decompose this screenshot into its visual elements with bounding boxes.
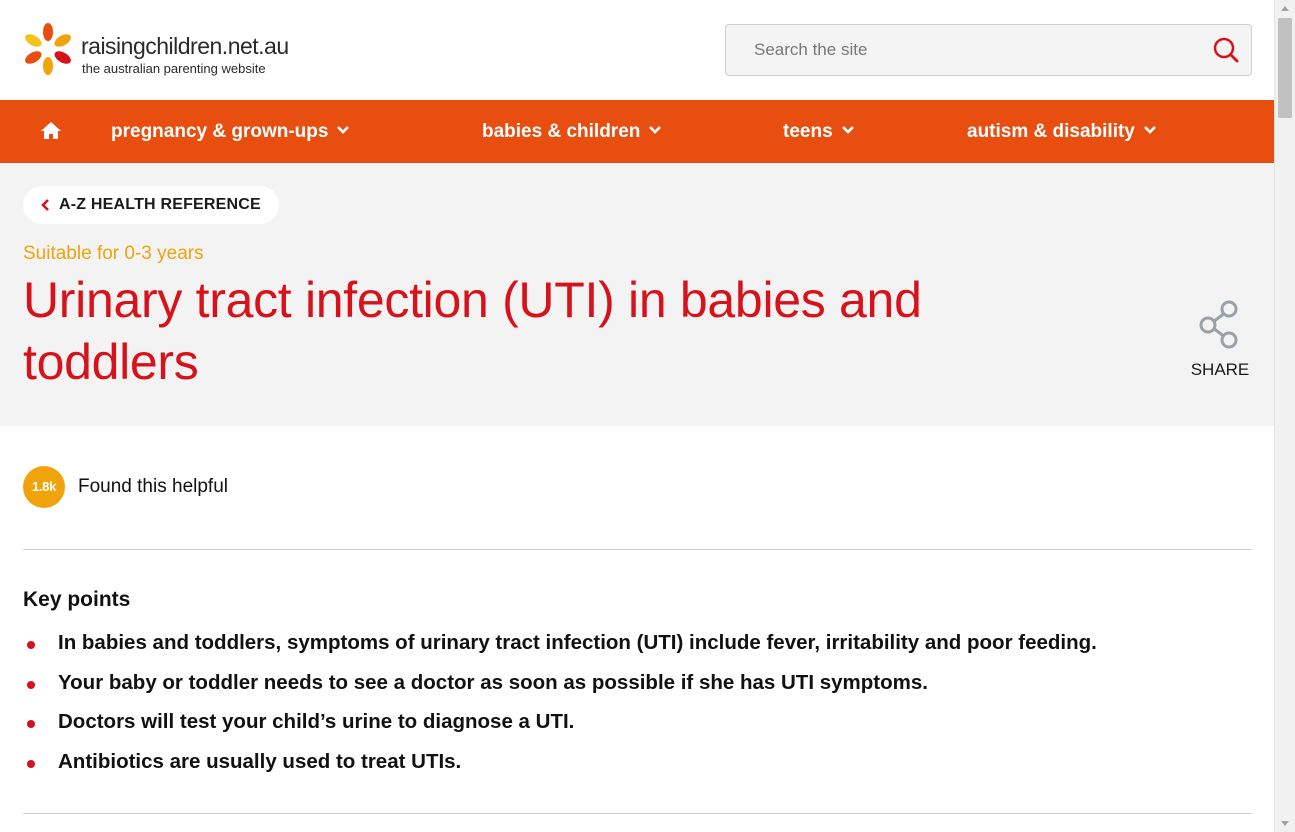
chevron-left-icon (41, 199, 49, 211)
key-points-list: In babies and toddlers, symptoms of urin… (23, 627, 1252, 785)
helpful-count-badge: 1.8k (23, 466, 65, 508)
page-scrollbar[interactable] (1274, 0, 1295, 832)
bullet-icon (27, 720, 35, 728)
page-title: Urinary tract infection (UTI) in babies … (23, 272, 922, 390)
divider (23, 549, 1252, 550)
nav-item-autism[interactable]: autism & disability (967, 100, 1157, 163)
list-item: In babies and toddlers, symptoms of urin… (23, 627, 1252, 667)
breadcrumb-label: A-Z HEALTH REFERENCE (59, 196, 261, 213)
key-point-text: Antibiotics are usually used to treat UT… (58, 749, 462, 773)
site-header: raisingchildren.net.au the australian pa… (0, 0, 1274, 100)
search-box (725, 24, 1252, 76)
list-item: Doctors will test your child’s urine to … (23, 706, 1252, 746)
logo-name: raisingchildren.net.au (81, 33, 289, 59)
article-hero: A-Z HEALTH REFERENCE Suitable for 0-3 ye… (0, 163, 1274, 426)
main-nav: pregnancy & grown-ups babies & children … (0, 100, 1274, 163)
key-point-text: Doctors will test your child’s urine to … (58, 710, 575, 733)
nav-item-label: autism & disability (967, 121, 1135, 142)
nav-item-label: pregnancy & grown-ups (111, 121, 329, 142)
key-point-text: Your baby or toddler needs to see a doct… (58, 670, 928, 694)
flower-logo-icon (25, 23, 71, 75)
share-label: SHARE (1190, 360, 1250, 379)
nav-item-label: teens (783, 121, 833, 142)
site-logo[interactable]: raisingchildren.net.au the australian pa… (22, 22, 322, 78)
divider (23, 813, 1252, 814)
chevron-down-icon (649, 126, 662, 134)
bullet-icon (27, 680, 35, 689)
scroll-up-arrow-icon[interactable] (1281, 6, 1289, 11)
nav-item-label: babies & children (482, 121, 641, 142)
key-point-text: In babies and toddlers, symptoms of urin… (58, 631, 1097, 654)
home-icon (41, 122, 61, 139)
bullet-icon (27, 759, 35, 768)
share-icon (1199, 300, 1238, 349)
chevron-down-icon (337, 126, 350, 134)
nav-item-pregnancy[interactable]: pregnancy & grown-ups (111, 100, 350, 163)
chevron-down-icon (841, 126, 854, 134)
scroll-thumb[interactable] (1278, 18, 1292, 118)
nav-item-teens[interactable]: teens (783, 100, 855, 163)
helpful-label: Found this helpful (78, 476, 228, 497)
logo-tagline: the australian parenting website (82, 61, 266, 76)
search-input[interactable] (726, 25, 1196, 75)
key-points-heading: Key points (23, 588, 131, 611)
share-button[interactable]: SHARE (1184, 298, 1256, 383)
list-item: Antibiotics are usually used to treat UT… (23, 746, 1252, 786)
bullet-icon (27, 641, 35, 649)
age-suitability: Suitable for 0-3 years (23, 243, 204, 264)
chevron-down-icon (1143, 126, 1156, 134)
search-icon (1213, 37, 1239, 63)
list-item: Your baby or toddler needs to see a doct… (23, 667, 1252, 707)
nav-item-babies[interactable]: babies & children (482, 100, 662, 163)
breadcrumb-button[interactable]: A-Z HEALTH REFERENCE (23, 186, 279, 224)
nav-home-button[interactable] (38, 119, 64, 143)
scroll-down-arrow-icon[interactable] (1281, 821, 1289, 826)
search-button[interactable] (1211, 35, 1241, 65)
